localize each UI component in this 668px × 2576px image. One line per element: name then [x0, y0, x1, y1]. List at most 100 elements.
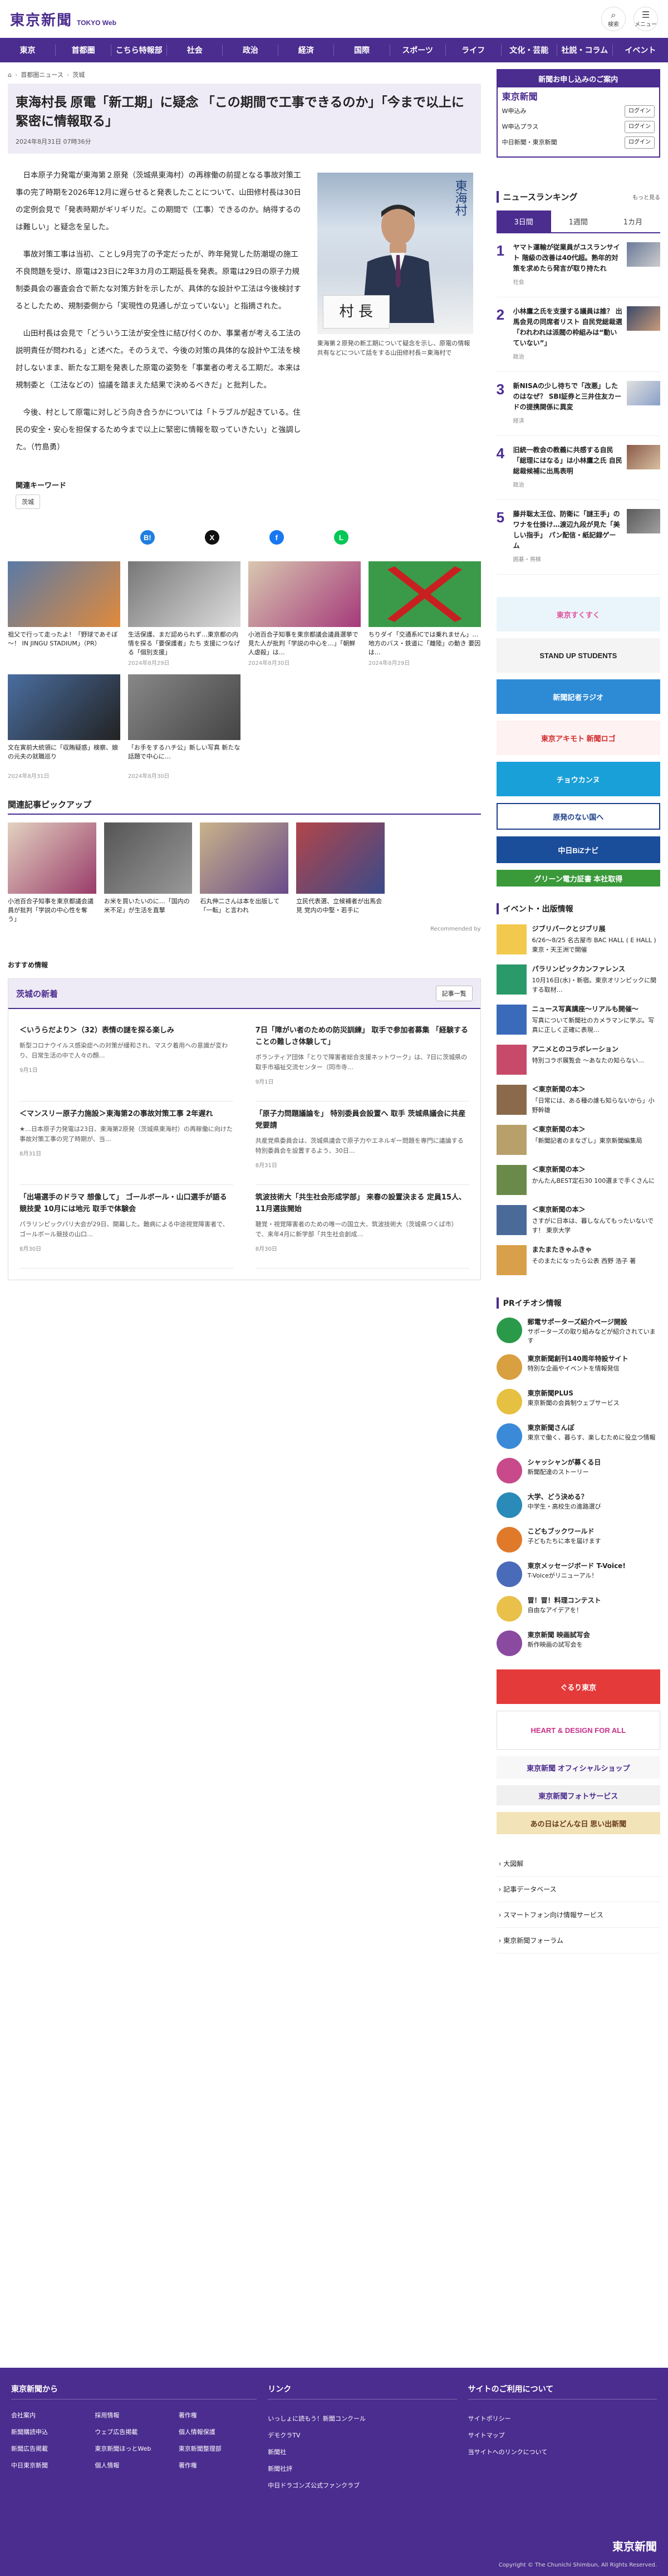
pr-item[interactable]: シャッシャンが募くる日 新聞配達のストーリー	[496, 1458, 660, 1483]
ranking-item[interactable]: 1 ヤマト運輸が従業員がユスランサイト 階級の改善は40代超。熟年的対策を求めた…	[496, 233, 660, 297]
breadcrumb-item[interactable]: 首都圏ニュース	[21, 70, 63, 79]
pickup-item[interactable]: 小池百合子知事を東京都議会議員が批判「学説の中心性を奪う」	[8, 822, 96, 924]
ranking-item[interactable]: 5 藤井聡太王位、防衛に「謎王手」のワナを仕掛け…渡辺九段が見た「美しい指手」 …	[496, 500, 660, 575]
footer-link[interactable]: 個人情報	[95, 2461, 173, 2470]
pr-item[interactable]: 東京新聞 映画試写会 新作映画の試写会を	[496, 1630, 660, 1656]
banner[interactable]: あの日はどんな日 思い出新聞	[496, 1812, 660, 1834]
footer-link[interactable]: 採用情報	[95, 2411, 173, 2420]
footer-logo[interactable]: 東京新聞	[612, 2538, 657, 2554]
footer-link[interactable]: 個人情報保護	[179, 2427, 257, 2436]
banner[interactable]: 東京新聞フォトサービス	[496, 1785, 660, 1805]
footer-link[interactable]: 中日ドラゴンズ公式ファンクラブ	[268, 2477, 456, 2494]
nav-item[interactable]: 文化・芸能	[502, 45, 557, 56]
footer-link[interactable]: ウェブ広告掲載	[95, 2427, 173, 2436]
footer-link[interactable]: 中日東京新聞	[11, 2461, 89, 2470]
nav-item[interactable]: 社説・コラム	[557, 45, 613, 56]
footer-link[interactable]: 東京新聞整理部	[179, 2444, 257, 2453]
pr-item[interactable]: 東京新聞創刊140周年特設サイト 特別な企画やイベントを情報発信	[496, 1354, 660, 1380]
side-link[interactable]: › 大図解	[496, 1851, 660, 1877]
footer-link[interactable]: 新聞社	[268, 2444, 456, 2461]
event-item[interactable]: アニメとのコラボレーション 特別コラボ展覧会 ～あなたの知らない…	[496, 1045, 660, 1075]
side-link[interactable]: › 記事データベース	[496, 1877, 660, 1902]
promo-login-button[interactable]: ログイン	[625, 105, 655, 117]
footer-link[interactable]: サイトマップ	[468, 2427, 657, 2444]
ranking-more-link[interactable]: もっと見る	[632, 193, 660, 201]
ranking-item[interactable]: 2 小林鷹之氏を支援する議員は誰？ 出馬会見の同席者リスト 自民党総裁選 「われ…	[496, 297, 660, 372]
pickup-item[interactable]: お米を買いたいのに…「国内の米不足」が生活を直撃	[104, 822, 193, 924]
banner[interactable]: 東京すくすく	[496, 597, 660, 631]
banner[interactable]: 東京アキモト 新聞ロゴ	[496, 721, 660, 755]
footer-link[interactable]: 当サイトへのリンクについて	[468, 2444, 657, 2461]
nav-item[interactable]: 社会	[167, 45, 223, 56]
photo-image[interactable]: 東海村 村 長	[317, 173, 473, 334]
side-link[interactable]: › 東京新聞フォーラム	[496, 1928, 660, 1953]
nav-item[interactable]: 国際	[334, 45, 390, 56]
event-item[interactable]: ＜東京新聞の本＞ かんたんBEST定石30 100選まで手くさんに	[496, 1165, 660, 1195]
footer-link[interactable]: いっしょに読もう！新聞コンクール	[268, 2411, 456, 2427]
local-news-item[interactable]: 「出場選手のドラマ 想像して」 ゴールボール・山口選手が語る競技愛 10月には地…	[19, 1185, 233, 1269]
keyword-tag[interactable]: 茨城	[16, 494, 40, 509]
related-item[interactable]: 文在寅前大統領に「収賄疑惑」検察、娘の元夫の就職巡り 2024年8月31日	[8, 674, 120, 780]
event-item[interactable]: パラリンピックカンファレンス 10月16日(水)・新宿。東京オリンピックに関する取…	[496, 964, 660, 995]
menu-icon[interactable]: ☰ メニュー	[633, 7, 658, 31]
ranking-item[interactable]: 3 新NISAの少し待ちで「改悪」したのはなぜ？ SBI証券と三井住友カードの提…	[496, 372, 660, 436]
event-item[interactable]: またまたきゃふきゃ そのまたになったら公表 西野 浩子 著	[496, 1245, 660, 1275]
nav-item[interactable]: 首都圏	[56, 45, 112, 56]
pr-item[interactable]: 東京メッセージボード T-Voice! T-Voiceがリニューアル！	[496, 1561, 660, 1587]
local-news-item[interactable]: 7日「障がい者のための防災訓練」 取手で参加者募集 「経験することの難しさ体験し…	[255, 1018, 469, 1101]
banner[interactable]: 東京新聞 オフィシャルショップ	[496, 1756, 660, 1779]
footer-link[interactable]: 会社案内	[11, 2411, 89, 2420]
promo-login-button[interactable]: ログイン	[625, 121, 655, 133]
tab-3days[interactable]: 3日間	[496, 210, 551, 232]
local-more-button[interactable]: 記事一覧	[435, 986, 473, 1001]
x-share-icon[interactable]: X	[204, 530, 219, 545]
event-item[interactable]: ＜東京新聞の本＞ 「日常には、ある種の誰も知らないから」小野幹雄	[496, 1085, 660, 1115]
related-item[interactable]: 祖父で行って走ったよ！「野球であそぼ～！ IN JINGU STADIUM」（P…	[8, 561, 120, 667]
footer-link[interactable]: 著作権	[179, 2411, 257, 2420]
banner[interactable]: ぐるり東京	[496, 1669, 660, 1704]
breadcrumb-item[interactable]: 茨城	[72, 70, 85, 79]
home-icon[interactable]: ⌂	[8, 71, 12, 79]
nav-item[interactable]: イベント	[613, 45, 668, 56]
footer-link[interactable]: 著作権	[179, 2461, 257, 2470]
related-item[interactable]: 小池百合子知事を東京都議会議員選挙で見た人が批判「学説の中心を…」「朝鮮人虐殺」…	[248, 561, 361, 667]
nav-item[interactable]: ライフ	[446, 45, 502, 56]
pr-item[interactable]: 東京新聞PLUS 東京新聞の会員制ウェブサービス	[496, 1389, 660, 1414]
ranking-item[interactable]: 4 旧統一教会の教義に共感する自民「総理にはなる」は小林鷹之氏 自民総裁候補に出…	[496, 436, 660, 500]
event-item[interactable]: ＜東京新聞の本＞ 「新聞記者のまなざし」東京新聞編集局	[496, 1125, 660, 1155]
local-news-item[interactable]: ＜マンスリー原子力施設＞東海第2の事故対策工事 2年遅れ ★…日本原子力発電は2…	[19, 1101, 233, 1185]
pr-item[interactable]: 東京新聞さんぽ 東京で働く、暮らす、楽しむために役立つ情報	[496, 1423, 660, 1449]
banner[interactable]: 原発のない国へ	[496, 803, 660, 830]
pr-item[interactable]: こどもブックワールド 子どもたちに本を届けます	[496, 1527, 660, 1553]
footer-link[interactable]: サイトポリシー	[468, 2411, 657, 2427]
banner[interactable]: 中日BiZナビ	[496, 836, 660, 863]
related-item[interactable]: 生活保護、まだ認められず…東京都の内情を探る「要保護者」たち 支援につなげる「個…	[127, 561, 240, 667]
tab-1week[interactable]: 1週間	[551, 210, 606, 232]
tab-1month[interactable]: 1カ月	[606, 210, 660, 232]
event-item[interactable]: ジブリパークとジブリ展 6/26〜8/25 名古屋市 BAC HALL ( E H…	[496, 924, 660, 954]
footer-link[interactable]: 東京新聞ほっとWeb	[95, 2444, 173, 2453]
line-share-icon[interactable]: L	[333, 530, 348, 545]
local-news-item[interactable]: 筑波技術大「共生社会形成学部」 来春の設置決まる 定員15人、11月選抜開始 聴…	[255, 1185, 469, 1269]
footer-link[interactable]: 新聞社評	[268, 2461, 456, 2477]
footer-link[interactable]: 新聞購読申込	[11, 2427, 89, 2436]
side-link[interactable]: › スマートフォン向け情報サービス	[496, 1902, 660, 1928]
local-news-item[interactable]: 「原子力問題議論を」 特別委員会設置へ 取手 茨城県議会に共産党要請 共産党県委…	[255, 1101, 469, 1185]
related-item[interactable]: 「お手をするハチ公」新しい写真 新たな話題で中心に… 2024年8月30日	[127, 674, 240, 780]
facebook-share-icon[interactable]: f	[269, 530, 284, 545]
pickup-item[interactable]: 立民代表選、立候補者が出馬会見 党内の中堅・若手に	[296, 822, 385, 924]
nav-item[interactable]: 政治	[223, 45, 279, 56]
related-item[interactable]: ちりダイ「交通系ICでは乗れません」…地方のバス・鉄道に「離陸」の動き 要因は……	[368, 561, 481, 667]
nav-item[interactable]: こちら特報部	[111, 45, 168, 56]
banner[interactable]: HEART & DESIGN FOR ALL	[496, 1711, 660, 1750]
search-icon[interactable]: ⌕ 検索	[601, 7, 626, 31]
event-item[interactable]: ＜東京新聞の本＞ さすがに日本は、暮しなんてもったいないです！ 東京大学	[496, 1205, 660, 1235]
nav-item[interactable]: 東京	[0, 45, 56, 56]
pr-item[interactable]: 冒！冒！料理コンテスト 自由なアイデアを！	[496, 1596, 660, 1622]
banner[interactable]: 新聞記者ラジオ	[496, 679, 660, 714]
promo-login-button[interactable]: ログイン	[625, 136, 655, 149]
banner[interactable]: チョウカンヌ	[496, 762, 660, 796]
event-item[interactable]: ニュース写真講座～リアルも開催～ 写真について新聞社のカメラマンに学ぶ。写真に正し…	[496, 1005, 660, 1035]
footer-link[interactable]: デモクラTV	[268, 2427, 456, 2444]
hatena-share-icon[interactable]: B!	[140, 530, 155, 545]
